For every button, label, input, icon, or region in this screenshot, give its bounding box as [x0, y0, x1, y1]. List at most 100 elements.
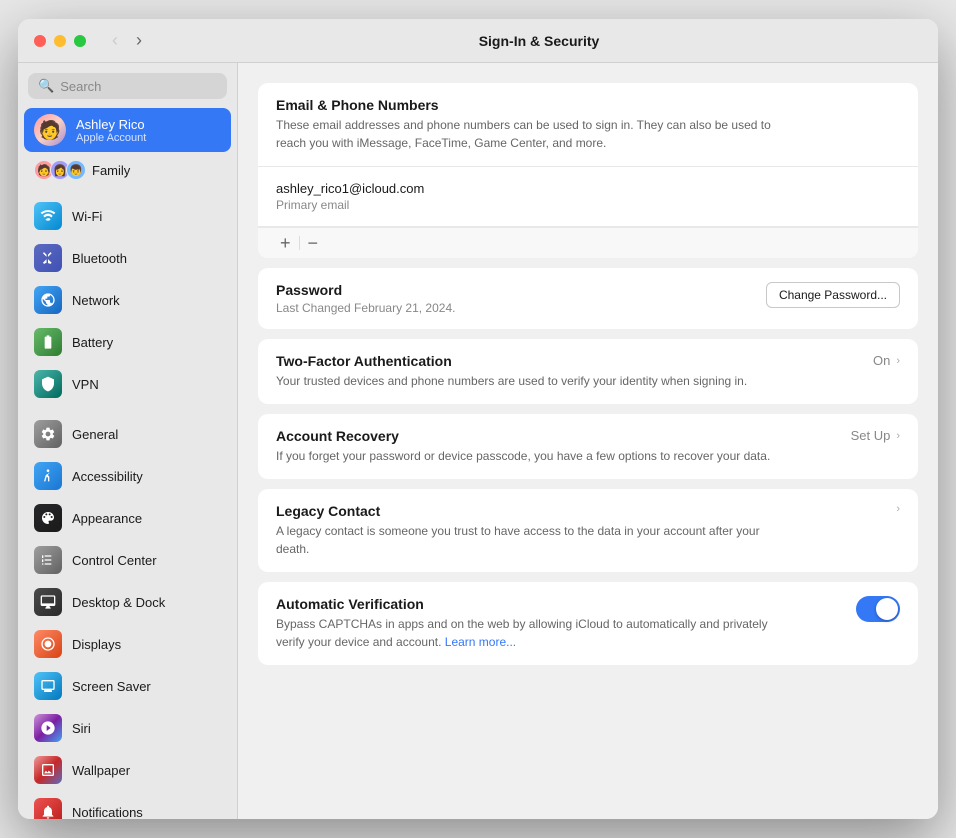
auto-verify-row: Automatic Verification Bypass CAPTCHAs i…: [258, 582, 918, 665]
network-icon: [34, 286, 62, 314]
add-email-button[interactable]: +: [272, 234, 299, 252]
auto-verify-learn-more-link[interactable]: Learn more...: [445, 635, 516, 649]
sidebar-item-apple-account[interactable]: 🧑 Ashley Rico Apple Account: [24, 108, 231, 152]
sidebar-item-appearance[interactable]: Appearance: [24, 498, 231, 538]
legacy-contact-row[interactable]: Legacy Contact A legacy contact is someo…: [258, 489, 918, 572]
desktop-dock-label: Desktop & Dock: [72, 595, 165, 610]
sidebar-item-control-center[interactable]: Control Center: [24, 540, 231, 580]
minimize-button[interactable]: [54, 35, 66, 47]
sidebar-item-notifications[interactable]: Notifications: [24, 792, 231, 819]
2fa-chevron-icon: ›: [896, 355, 900, 367]
password-header: Password Last Changed February 21, 2024.…: [276, 282, 900, 315]
sidebar-item-desktop-dock[interactable]: Desktop & Dock: [24, 582, 231, 622]
password-info: Password Last Changed February 21, 2024.: [276, 282, 455, 315]
email-phone-desc: These email addresses and phone numbers …: [276, 116, 796, 152]
auto-verify-info: Automatic Verification Bypass CAPTCHAs i…: [276, 596, 856, 651]
account-recovery-chevron-icon: ›: [896, 430, 900, 442]
sidebar-item-screen-saver[interactable]: Screen Saver: [24, 666, 231, 706]
back-button[interactable]: ‹: [106, 28, 124, 53]
siri-icon: [34, 714, 62, 742]
sidebar-item-bluetooth[interactable]: Bluetooth: [24, 238, 231, 278]
sidebar-item-displays[interactable]: Displays: [24, 624, 231, 664]
sidebar-item-general[interactable]: General: [24, 414, 231, 454]
wifi-icon: [34, 202, 62, 230]
2fa-info: Two-Factor Authentication Your trusted d…: [276, 353, 747, 390]
legacy-contact-header: Legacy Contact A legacy contact is someo…: [276, 503, 900, 558]
vpn-icon: [34, 370, 62, 398]
sidebar-item-family[interactable]: 🧑 👩 👦 Family: [24, 154, 231, 186]
email-phone-title: Email & Phone Numbers: [276, 97, 900, 113]
general-icon: [34, 420, 62, 448]
account-recovery-title: Account Recovery: [276, 428, 770, 444]
auto-verify-title: Automatic Verification: [276, 596, 844, 612]
battery-label: Battery: [72, 335, 113, 350]
sidebar-item-siri[interactable]: Siri: [24, 708, 231, 748]
user-info: Ashley Rico Apple Account: [76, 117, 146, 144]
desktop-dock-icon: [34, 588, 62, 616]
sidebar-item-battery[interactable]: Battery: [24, 322, 231, 362]
appearance-label: Appearance: [72, 511, 142, 526]
sidebar-item-accessibility[interactable]: Accessibility: [24, 456, 231, 496]
control-center-icon: [34, 546, 62, 574]
window-title: Sign-In & Security: [156, 33, 922, 49]
add-remove-row: + −: [258, 227, 918, 258]
notifications-icon: [34, 798, 62, 819]
primary-email: ashley_rico1@icloud.com: [276, 181, 900, 196]
titlebar: ‹ › Sign-In & Security: [18, 19, 938, 63]
accessibility-icon: [34, 462, 62, 490]
legacy-contact-desc: A legacy contact is someone you trust to…: [276, 522, 796, 558]
displays-label: Displays: [72, 637, 121, 652]
sidebar-item-wifi[interactable]: Wi-Fi: [24, 196, 231, 236]
2fa-status: On: [873, 353, 890, 368]
account-recovery-row[interactable]: Account Recovery If you forget your pass…: [258, 414, 918, 479]
email-header-row: Email & Phone Numbers These email addres…: [258, 83, 918, 167]
auto-verify-card: Automatic Verification Bypass CAPTCHAs i…: [258, 582, 918, 665]
account-recovery-right: Set Up ›: [851, 428, 900, 443]
legacy-contact-right: ›: [896, 503, 900, 515]
2fa-title: Two-Factor Authentication: [276, 353, 747, 369]
email-value-row: ashley_rico1@icloud.com Primary email: [258, 167, 918, 227]
network-label: Network: [72, 293, 120, 308]
2fa-row[interactable]: Two-Factor Authentication Your trusted d…: [258, 339, 918, 404]
search-bar[interactable]: 🔍: [28, 73, 227, 99]
sidebar-item-wallpaper[interactable]: Wallpaper: [24, 750, 231, 790]
toggle-knob: [876, 598, 898, 620]
password-card: Password Last Changed February 21, 2024.…: [258, 268, 918, 329]
appearance-icon: [34, 504, 62, 532]
battery-icon: [34, 328, 62, 356]
control-center-label: Control Center: [72, 553, 157, 568]
search-input[interactable]: [60, 79, 236, 94]
sidebar-item-vpn[interactable]: VPN: [24, 364, 231, 404]
settings-window: ‹ › Sign-In & Security 🔍 🧑 Ashley Rico A…: [18, 19, 938, 819]
maximize-button[interactable]: [74, 35, 86, 47]
search-icon: 🔍: [38, 78, 54, 94]
close-button[interactable]: [34, 35, 46, 47]
email-phone-card: Email & Phone Numbers These email addres…: [258, 83, 918, 258]
accessibility-label: Accessibility: [72, 469, 143, 484]
siri-label: Siri: [72, 721, 91, 736]
screen-saver-label: Screen Saver: [72, 679, 151, 694]
account-recovery-status: Set Up: [851, 428, 891, 443]
nav-arrows: ‹ ›: [106, 28, 148, 53]
sidebar-item-network[interactable]: Network: [24, 280, 231, 320]
account-recovery-card: Account Recovery If you forget your pass…: [258, 414, 918, 479]
family-avatar-3: 👦: [66, 160, 86, 180]
legacy-contact-title: Legacy Contact: [276, 503, 796, 519]
general-label: General: [72, 427, 118, 442]
remove-email-button[interactable]: −: [300, 234, 327, 252]
vpn-label: VPN: [72, 377, 99, 392]
change-password-button[interactable]: Change Password...: [766, 282, 900, 308]
2fa-desc: Your trusted devices and phone numbers a…: [276, 372, 747, 390]
account-recovery-header: Account Recovery If you forget your pass…: [276, 428, 900, 465]
2fa-header: Two-Factor Authentication Your trusted d…: [276, 353, 900, 390]
displays-icon: [34, 630, 62, 658]
legacy-contact-chevron-icon: ›: [896, 503, 900, 515]
sidebar: 🔍 🧑 Ashley Rico Apple Account 🧑 👩 👦 Fami: [18, 63, 238, 819]
family-label: Family: [92, 163, 130, 178]
forward-button[interactable]: ›: [130, 28, 148, 53]
screen-saver-icon: [34, 672, 62, 700]
account-recovery-info: Account Recovery If you forget your pass…: [276, 428, 770, 465]
main-panel: Email & Phone Numbers These email addres…: [238, 63, 938, 819]
2fa-right: On ›: [873, 353, 900, 368]
auto-verify-toggle[interactable]: [856, 596, 900, 622]
